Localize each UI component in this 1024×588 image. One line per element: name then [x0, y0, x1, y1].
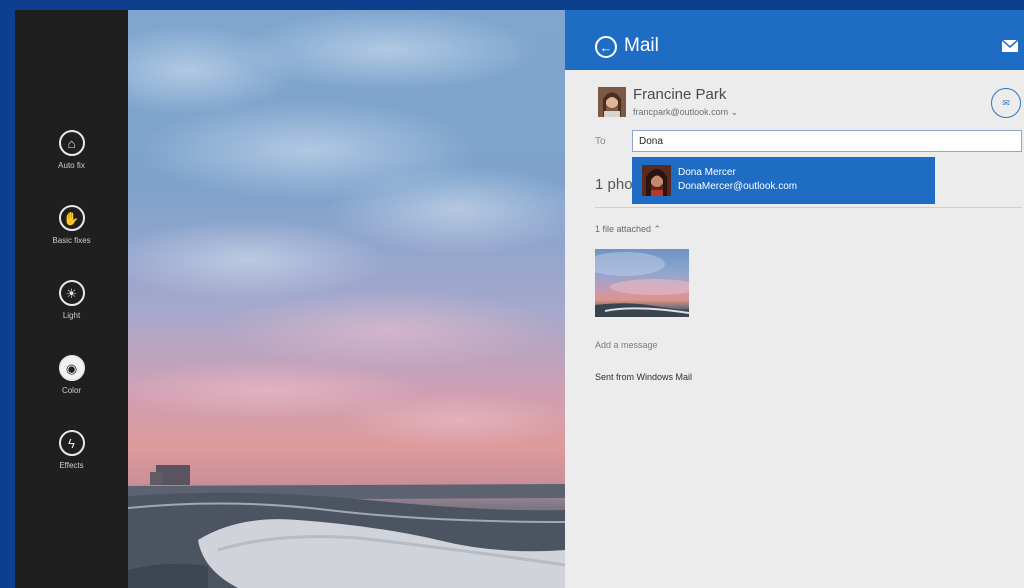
sender-avatar	[598, 87, 626, 117]
contact-suggestion[interactable]: Dona Mercer DonaMercer@outlook.com	[632, 157, 935, 204]
back-arrow-icon: ←	[599, 39, 613, 55]
auto-fix-button[interactable]: ⌂ Auto fix	[15, 130, 128, 192]
mail-share-pane: ← Mail Francine Park francpark@outlook.c…	[565, 10, 1024, 588]
photo-edit-toolbar: ⌂ Auto fix ✋ Basic fixes ☀ Light ◉ Color…	[15, 10, 128, 588]
suggestion-avatar	[642, 165, 671, 196]
color-button[interactable]: ◉ Color	[15, 355, 128, 417]
light-button[interactable]: ☀ Light	[15, 280, 128, 342]
beach-scene-image	[128, 10, 565, 588]
send-button[interactable]: ✉	[991, 88, 1021, 118]
effects-label: Effects	[59, 461, 84, 470]
mail-title: Mail	[624, 35, 659, 56]
thumbnail-image	[595, 252, 689, 317]
suggestion-photo	[642, 165, 671, 196]
sender-photo	[598, 87, 626, 117]
photo-preview	[128, 10, 565, 588]
attachment-thumbnail[interactable]	[595, 249, 689, 317]
send-icon: ✉	[1002, 97, 1010, 108]
sender-name: Francine Park	[633, 86, 727, 103]
signature-text: Sent from Windows Mail	[595, 372, 693, 382]
color-label: Color	[61, 386, 82, 395]
sender-email-selector[interactable]: francpark@outlook.com ⌄	[633, 107, 738, 118]
suggestion-name: Dona Mercer	[678, 167, 736, 178]
color-icon: ◉	[58, 355, 85, 381]
subject-divider	[595, 207, 1022, 208]
back-button[interactable]: ←	[595, 36, 617, 58]
auto-fix-icon: ⌂	[58, 130, 85, 156]
effects-button[interactable]: ϟ Effects	[15, 430, 128, 492]
add-message-field[interactable]: Add a message	[595, 340, 658, 350]
auto-fix-label: Auto fix	[58, 161, 85, 170]
basic-fixes-button[interactable]: ✋ Basic fixes	[15, 205, 128, 267]
app-frame: ⌂ Auto fix ✋ Basic fixes ☀ Light ◉ Color…	[15, 10, 1024, 588]
subject-field[interactable]: 1 pho	[595, 176, 633, 193]
to-label: To	[595, 136, 606, 147]
attachments-toggle[interactable]: 1 file attached ⌃	[595, 224, 661, 235]
light-label: Light	[62, 311, 81, 320]
basic-fixes-label: Basic fixes	[52, 236, 91, 245]
to-input[interactable]	[632, 130, 1022, 152]
envelope-icon[interactable]	[1002, 40, 1018, 52]
basic-fixes-icon: ✋	[58, 205, 85, 231]
light-icon: ☀	[58, 280, 85, 306]
suggestion-email: DonaMercer@outlook.com	[678, 181, 798, 192]
mail-header: ← Mail	[565, 10, 1024, 70]
effects-icon: ϟ	[58, 430, 85, 456]
